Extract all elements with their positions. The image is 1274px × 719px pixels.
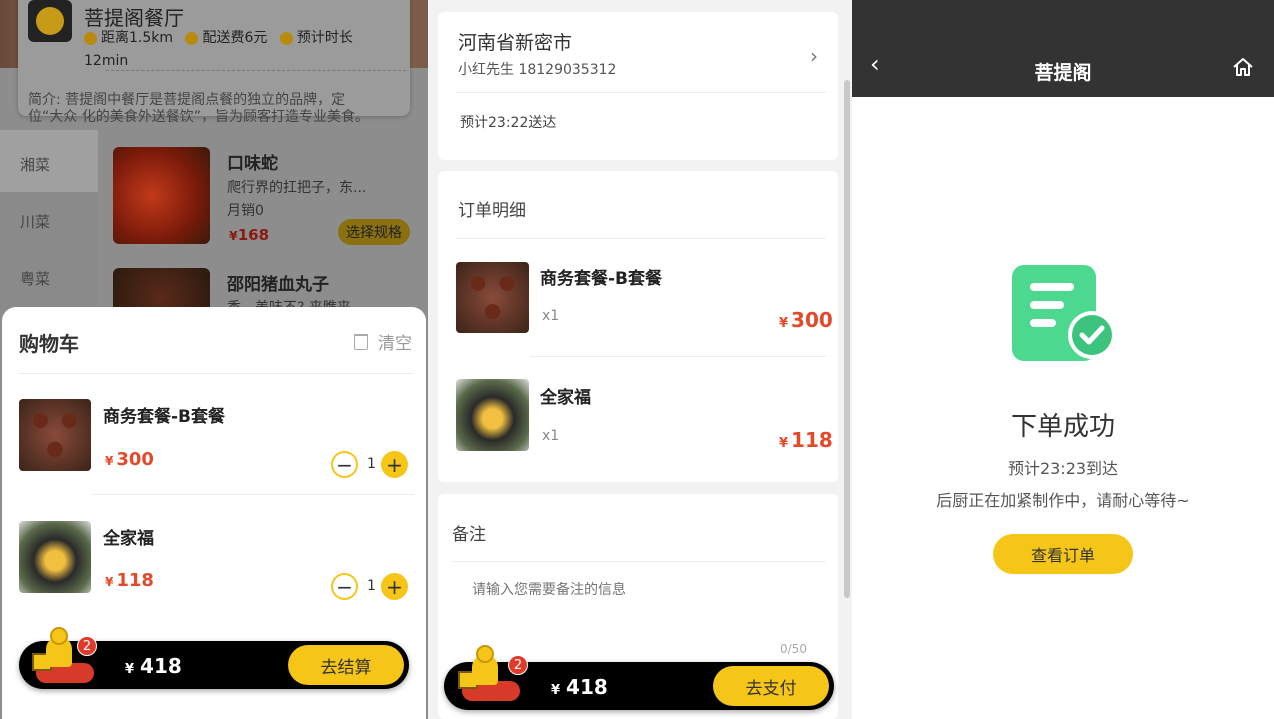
success-eta: 预计23:23到达 <box>1007 459 1119 478</box>
nav-title: 菩提阁 <box>1034 62 1092 84</box>
order-item-name: 商务套餐-B套餐 <box>540 269 663 289</box>
remark-title: 备注 <box>452 525 486 545</box>
cart-item-image <box>19 521 91 593</box>
trash-icon <box>354 333 368 350</box>
order-item-price: ¥300 <box>779 308 833 332</box>
eta-label: 预计时长 <box>296 30 353 46</box>
currency-symbol: ¥ <box>779 316 789 331</box>
logo-mark-icon <box>36 7 64 35</box>
cart-item-name: 商务套餐-B套餐 <box>103 407 226 427</box>
price-value: 300 <box>791 308 833 332</box>
clear-cart-button[interactable]: 清空 <box>354 329 412 354</box>
shop-cart-screen: 菩提阁餐厅 距离1.5km 配送费6元 预计时长 12min 简介: 菩提阁中餐… <box>0 0 428 719</box>
success-title: 下单成功 <box>1010 412 1115 442</box>
order-item-name: 全家福 <box>540 388 591 408</box>
order-success-screen: ‹ 菩提阁 下单成功 预计23:23到达 后厨正在加紧制作中，请耐心等待~ 查看… <box>852 0 1274 719</box>
divider <box>18 373 414 374</box>
pay-button[interactable]: 去支付 <box>713 666 829 706</box>
delivery-eta: 预计23:22送达 <box>460 115 557 131</box>
shop-name: 菩提阁餐厅 <box>84 6 184 30</box>
eta-meta: 预计时长 <box>279 28 353 48</box>
cart-item-image <box>19 399 91 471</box>
dish-sales: 月销0 <box>227 203 264 219</box>
address-card[interactable]: 河南省新密市 小红先生 18129035312 › 预计23:22送达 <box>438 12 838 160</box>
success-message: 后厨正在加紧制作中，请耐心等待~ <box>936 491 1190 510</box>
order-confirm-screen: 河南省新密市 小红先生 18129035312 › 预计23:22送达 订单明细… <box>428 0 852 719</box>
checkout-button[interactable]: 去结算 <box>288 645 404 685</box>
divider <box>456 238 826 239</box>
cart-item-price: ¥300 <box>105 449 154 470</box>
dish-price: ¥168 <box>229 226 269 244</box>
cart-count-badge: 2 <box>508 655 528 675</box>
currency-symbol: ¥ <box>551 683 561 698</box>
shop-logo <box>28 0 72 42</box>
chevron-right-icon: › <box>810 44 818 68</box>
order-item-image <box>456 262 529 333</box>
address-city: 河南省新密市 <box>458 32 573 54</box>
decrease-qty-button[interactable]: − <box>331 451 358 478</box>
home-icon[interactable] <box>1232 56 1254 78</box>
currency-symbol: ¥ <box>125 662 135 677</box>
shop-intro: 简介: 菩提阁中餐厅是菩提阁点餐的独立的品牌，定位“大众 化的美食外送餐饮”，旨… <box>28 92 369 125</box>
remark-counter: 0/50 <box>780 642 807 656</box>
cart-title: 购物车 <box>19 332 79 356</box>
location-arrow-icon <box>279 31 293 45</box>
delivery-fee-text: 配送费6元 <box>202 30 268 46</box>
divider <box>456 92 826 93</box>
address-contact: 小红先生 18129035312 <box>458 62 617 78</box>
qty-value: 1 <box>367 578 376 594</box>
currency-symbol: ¥ <box>779 436 789 451</box>
cart-total: ¥418 <box>125 654 182 678</box>
cart-count-badge: 2 <box>77 636 97 656</box>
currency-symbol: ¥ <box>105 575 114 589</box>
currency-symbol: ¥ <box>105 454 114 468</box>
shop-meta: 距离1.5km 配送费6元 预计时长 12min <box>84 28 404 71</box>
price-value: 300 <box>116 449 154 470</box>
scrollbar[interactable] <box>844 80 850 598</box>
remark-input[interactable] <box>472 582 812 598</box>
divider <box>92 494 414 495</box>
currency-symbol: ¥ <box>229 228 238 243</box>
select-spec-button[interactable]: 选择规格 <box>338 219 410 245</box>
price-value: 168 <box>237 226 270 244</box>
order-item-price: ¥118 <box>779 428 833 452</box>
order-total: ¥418 <box>551 675 608 699</box>
category-yue[interactable]: 粤菜 <box>20 268 50 289</box>
courier-cart-icon[interactable] <box>458 645 522 707</box>
price-value: 118 <box>116 570 154 591</box>
eta-value: 12min <box>84 52 129 69</box>
divider <box>530 356 826 357</box>
total-value: 418 <box>140 654 182 678</box>
dish-desc: 爬行界的扛把子，东... <box>227 180 367 196</box>
cart-item-price: ¥118 <box>105 570 154 591</box>
nav-bar: ‹ 菩提阁 <box>852 0 1274 97</box>
money-bag-icon <box>185 31 199 45</box>
clear-label: 清空 <box>378 334 412 354</box>
price-value: 118 <box>791 428 833 452</box>
order-item-qty: x1 <box>542 308 560 324</box>
divider <box>452 561 826 562</box>
dish-name: 邵阳猪血丸子 <box>227 275 329 295</box>
order-success-icon <box>1012 265 1116 361</box>
dish-image[interactable] <box>113 147 210 244</box>
dish-name: 口味蛇 <box>227 154 278 174</box>
clock-icon <box>84 31 97 45</box>
total-value: 418 <box>566 675 608 699</box>
order-item-image <box>456 379 529 451</box>
order-item-qty: x1 <box>542 428 560 444</box>
category-xiang[interactable]: 湘菜 <box>20 154 50 175</box>
distance-meta: 距离1.5km <box>84 28 173 48</box>
distance-text: 距离1.5km <box>101 30 174 46</box>
order-detail-title: 订单明细 <box>458 201 526 221</box>
increase-qty-button[interactable]: + <box>381 451 408 478</box>
cart-item-name: 全家福 <box>103 529 154 549</box>
category-chuan[interactable]: 川菜 <box>20 211 50 232</box>
increase-qty-button[interactable]: + <box>381 573 408 600</box>
qty-value: 1 <box>367 456 376 472</box>
delivery-fee-meta: 配送费6元 <box>185 28 267 48</box>
view-order-button[interactable]: 查看订单 <box>993 534 1133 574</box>
order-detail-card: 订单明细 商务套餐-B套餐 x1 ¥300 全家福 x1 ¥118 <box>438 171 838 482</box>
decrease-qty-button[interactable]: − <box>331 573 358 600</box>
